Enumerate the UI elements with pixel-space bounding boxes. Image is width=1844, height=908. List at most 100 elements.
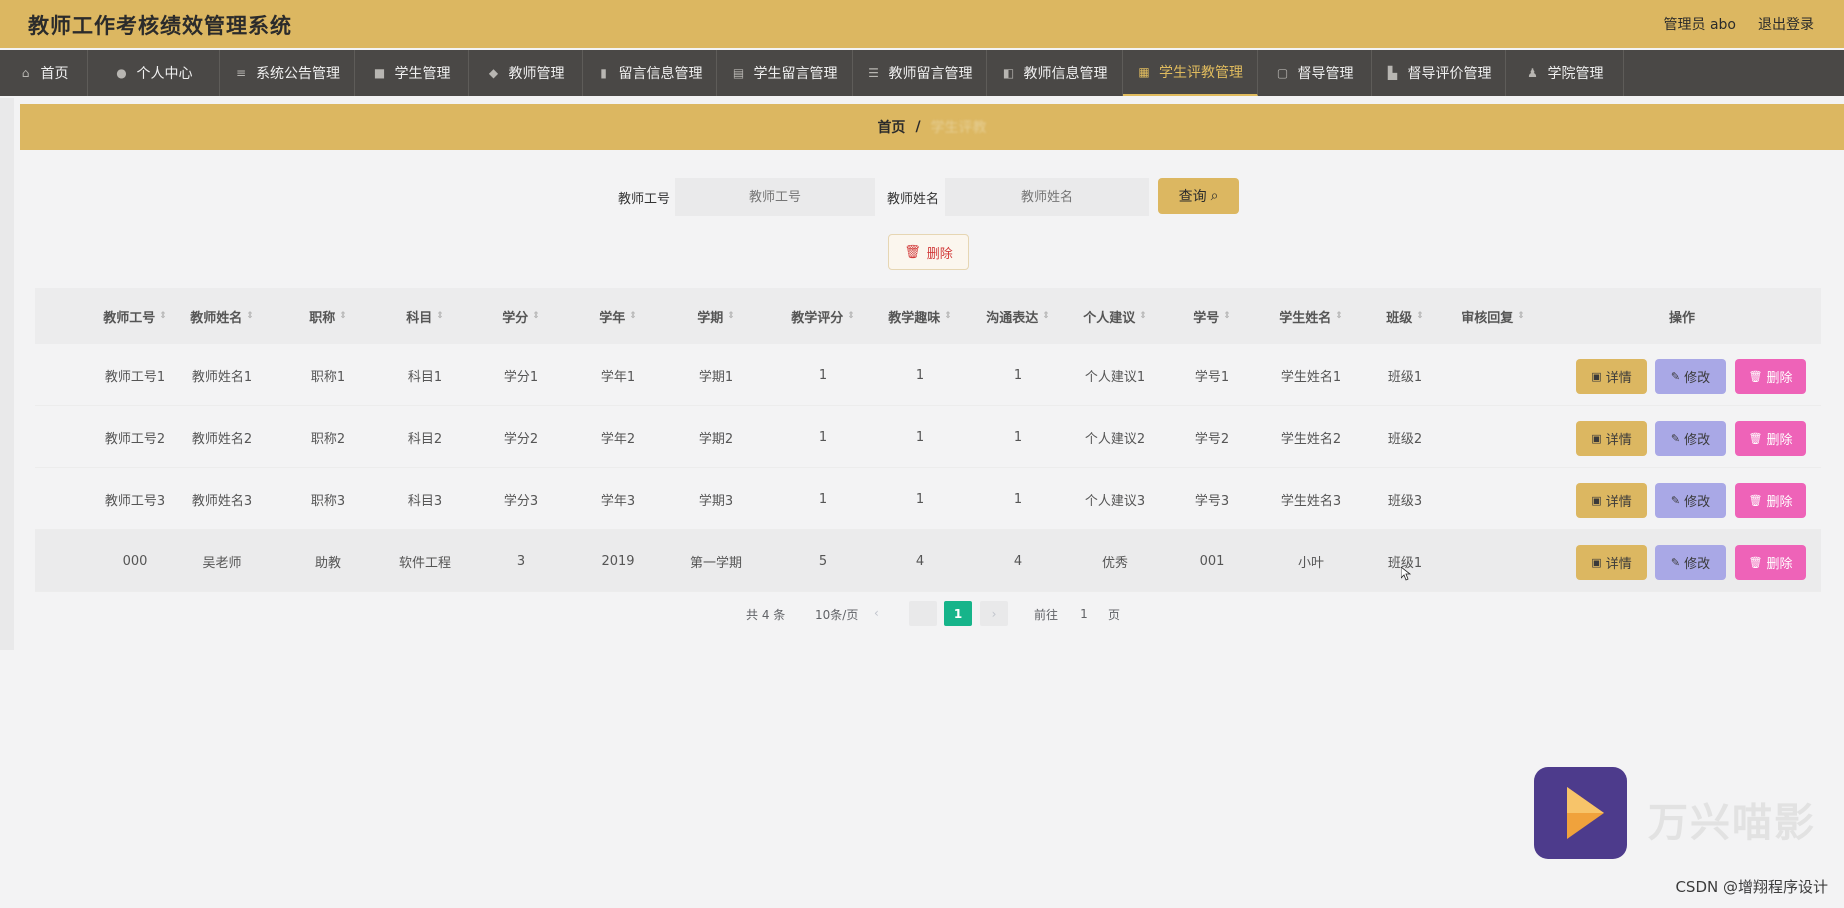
table-row[interactable]: 教师工号1 教师姓名1 职称1 科目1 学分1 学年1 学期1 1 1 1 个人建议1 学号1 学生姓名… <box>35 344 1821 406</box>
column-header[interactable]: 职称 ⇕ <box>309 288 347 344</box>
table-cell: 1 <box>915 491 925 507</box>
table-cell: 学生姓名3 <box>1280 493 1342 509</box>
table-cell: 个人建议3 <box>1084 493 1146 509</box>
batch-delete-button[interactable]: 🗑 删除 <box>888 234 969 270</box>
table-cell: 科目1 <box>407 369 443 385</box>
edit-button[interactable]: ✎ 修改 <box>1655 483 1726 518</box>
shield-icon: ◆ <box>488 65 499 80</box>
sort-icon[interactable]: ⇕ <box>159 311 167 321</box>
chat-icon: ▢ <box>1276 65 1289 80</box>
column-header-label: 教师姓名 <box>190 310 243 326</box>
delete-button[interactable]: 🗑 删除 <box>1735 421 1806 456</box>
nav-item-11[interactable]: ▙ 督导评价管理 <box>1372 50 1506 96</box>
edit-button[interactable]: ✎ 修改 <box>1655 545 1726 580</box>
home-icon: ⌂ <box>21 65 30 80</box>
teacher-name-input[interactable] <box>945 178 1149 216</box>
column-header[interactable]: 教学评分 ⇕ <box>791 288 855 344</box>
pager-next-button[interactable]: › <box>980 601 1008 626</box>
table-row[interactable]: 000 吴老师 助教 软件工程 3 2019 第一学期 5 4 4 优秀 001 小叶 班级1 ▣ 详情 ✎ 修改… <box>35 530 1821 592</box>
pager-page-size[interactable]: 10条/页 <box>815 606 858 623</box>
sort-icon[interactable]: ⇕ <box>944 311 952 321</box>
column-header[interactable]: 班级 ⇕ <box>1386 288 1424 344</box>
column-header[interactable]: 学期 ⇕ <box>697 288 735 344</box>
column-header-label: 个人建议 <box>1083 310 1136 326</box>
sort-icon[interactable]: ⇕ <box>532 311 540 321</box>
column-header[interactable]: 学号 ⇕ <box>1193 288 1231 344</box>
detail-button[interactable]: ▣ 详情 <box>1576 359 1647 394</box>
column-header[interactable]: 个人建议 ⇕ <box>1083 288 1147 344</box>
nav-item-10[interactable]: ▢ 督导管理 <box>1258 50 1372 96</box>
logout-link[interactable]: 退出登录 <box>1758 14 1814 34</box>
pager-prev-arrow[interactable]: ‹ <box>874 606 879 620</box>
table-cell: 班级1 <box>1387 369 1423 385</box>
nav-item-5[interactable]: ▮ 留言信息管理 <box>583 50 717 96</box>
nav-item-6[interactable]: ▤ 学生留言管理 <box>717 50 853 96</box>
table-cell: 科目2 <box>407 431 443 447</box>
nav-item-4[interactable]: ◆ 教师管理 <box>469 50 583 96</box>
nav-item-9[interactable]: ▦ 学生评教管理 <box>1123 50 1258 96</box>
trash-icon: 🗑 <box>1748 556 1763 569</box>
delete-button-label: 删除 <box>1766 495 1793 510</box>
delete-button[interactable]: 🗑 删除 <box>1735 359 1806 394</box>
table-cell: 000 <box>122 553 148 569</box>
sort-icon[interactable]: ⇕ <box>1335 311 1343 321</box>
edit-button-label: 修改 <box>1684 433 1711 448</box>
column-header[interactable]: 教学趣味 ⇕ <box>888 288 952 344</box>
nav-item-12[interactable]: ♟ 学院管理 <box>1506 50 1624 96</box>
table-body: 教师工号1 教师姓名1 职称1 科目1 学分1 学年1 学期1 1 1 1 个人建议1 学号1 学生姓名… <box>35 344 1821 592</box>
nav-item-2[interactable]: ≡ 系统公告管理 <box>220 50 355 96</box>
column-header[interactable]: 学生姓名 ⇕ <box>1279 288 1343 344</box>
column-header[interactable]: 学年 ⇕ <box>599 288 637 344</box>
nav-item-1[interactable]: ● 个人中心 <box>88 50 220 96</box>
sort-icon[interactable]: ⇕ <box>339 311 347 321</box>
detail-button[interactable]: ▣ 详情 <box>1576 483 1647 518</box>
sort-icon[interactable]: ⇕ <box>246 311 254 321</box>
table-cell: 个人建议1 <box>1084 369 1146 385</box>
sort-icon[interactable]: ⇕ <box>1042 311 1050 321</box>
column-header-label: 学分 <box>502 310 529 326</box>
column-header[interactable]: 沟通表达 ⇕ <box>986 288 1050 344</box>
pager-page-1[interactable]: 1 <box>944 601 972 626</box>
table-row[interactable]: 教师工号3 教师姓名3 职称3 科目3 学分3 学年3 学期3 1 1 1 个人建议3 学号3 学生姓名… <box>35 468 1821 530</box>
sort-icon[interactable]: ⇕ <box>1223 311 1231 321</box>
column-header[interactable]: 科目 ⇕ <box>406 288 444 344</box>
teacher-no-input[interactable] <box>675 178 875 216</box>
edit-button[interactable]: ✎ 修改 <box>1655 421 1726 456</box>
video-logo-icon <box>1534 767 1627 859</box>
detail-button[interactable]: ▣ 详情 <box>1576 421 1647 456</box>
column-header[interactable]: 审核回复 ⇕ <box>1461 288 1525 344</box>
query-button[interactable]: 查询 ⌕ <box>1158 178 1239 214</box>
sort-icon[interactable]: ⇕ <box>727 311 735 321</box>
file-icon: ▣ <box>1591 494 1602 507</box>
column-header[interactable]: 教师工号 ⇕ <box>103 288 167 344</box>
nav-item-8[interactable]: ◧ 教师信息管理 <box>987 50 1123 96</box>
top-right-area: 管理员 abo 退出登录 <box>1664 14 1814 34</box>
pager-prev-button[interactable] <box>909 601 937 626</box>
sort-icon[interactable]: ⇕ <box>1416 311 1424 321</box>
sort-icon[interactable]: ⇕ <box>1139 311 1147 321</box>
column-header[interactable]: 学分 ⇕ <box>502 288 540 344</box>
breadcrumb-home[interactable]: 首页 <box>877 117 905 137</box>
top-header: 教师工作考核绩效管理系统 管理员 abo 退出登录 <box>0 0 1844 48</box>
table-cell: 1 <box>818 429 828 445</box>
nav-item-7[interactable]: ☰ 教师留言管理 <box>853 50 987 96</box>
column-header[interactable]: 教师姓名 ⇕ <box>190 288 254 344</box>
sort-icon[interactable]: ⇕ <box>629 311 637 321</box>
nav-item-3[interactable]: ■ 学生管理 <box>355 50 469 96</box>
delete-button[interactable]: 🗑 删除 <box>1735 483 1806 518</box>
delete-button-label: 删除 <box>1766 557 1793 572</box>
main-nav: ⌂ 首页 ● 个人中心 ≡ 系统公告管理 ■ 学生管理 ◆ 教师管理 ▮ 留言信息管理 ▤ 学生留言管理 ☰… <box>0 50 1844 96</box>
table-cell: 4 <box>915 553 925 569</box>
edit-button[interactable]: ✎ 修改 <box>1655 359 1726 394</box>
nav-item-0[interactable]: ⌂ 首页 <box>0 50 88 96</box>
delete-button[interactable]: 🗑 删除 <box>1735 545 1806 580</box>
sort-icon[interactable]: ⇕ <box>1517 311 1525 321</box>
pager-goto-input[interactable] <box>1064 601 1104 626</box>
table-row[interactable]: 教师工号2 教师姓名2 职称2 科目2 学分2 学年2 学期2 1 1 1 个人建议2 学号2 学生姓名… <box>35 406 1821 468</box>
breadcrumb-separator: / <box>915 119 921 135</box>
sort-icon[interactable]: ⇕ <box>847 311 855 321</box>
sort-icon[interactable]: ⇕ <box>436 311 444 321</box>
csdn-credit: CSDN @增翔程序设计 <box>1675 878 1828 896</box>
trash-icon: 🗑 <box>904 244 921 260</box>
detail-button[interactable]: ▣ 详情 <box>1576 545 1647 580</box>
